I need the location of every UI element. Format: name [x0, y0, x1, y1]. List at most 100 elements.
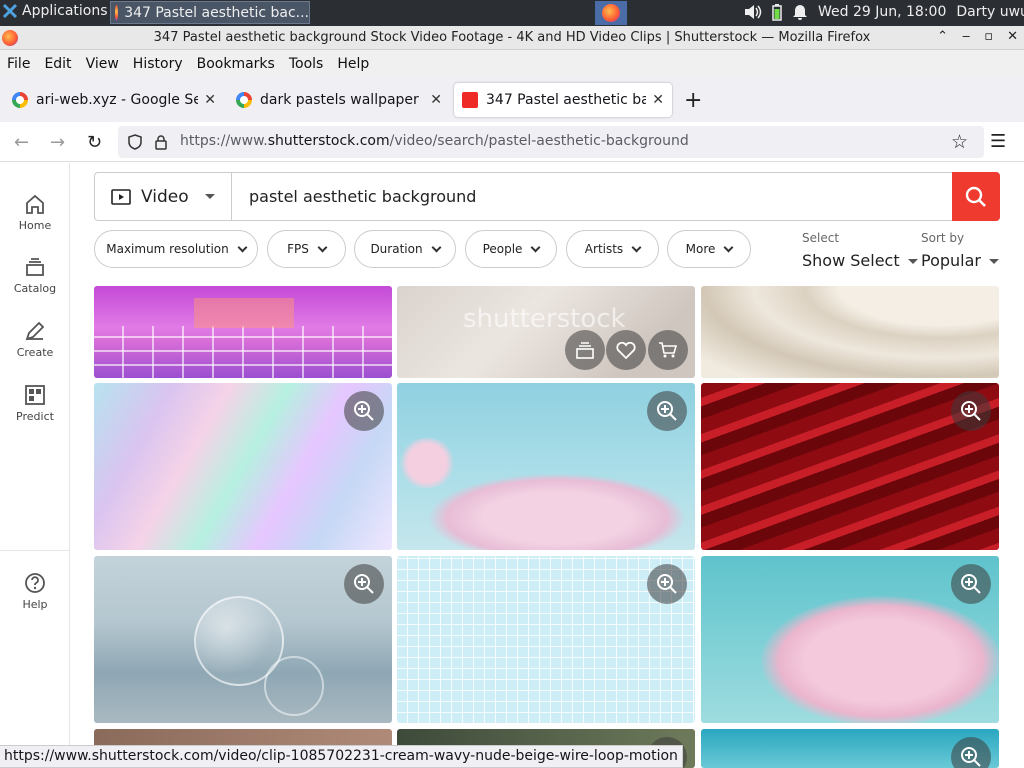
filter-people[interactable]: People [465, 230, 557, 268]
applications-menu[interactable]: Applications [2, 3, 108, 19]
zoom-button[interactable] [951, 391, 991, 431]
url-bar[interactable]: https://www.shutterstock.com/video/searc… [118, 126, 984, 158]
favorite-button[interactable] [606, 330, 646, 370]
sidebar-divider [0, 550, 70, 551]
filter-label: Duration [370, 242, 423, 256]
filter-artists[interactable]: Artists [566, 230, 659, 268]
chevron-down-icon [431, 242, 442, 252]
tab-shutterstock[interactable]: 347 Pastel aesthetic background ✕ [454, 83, 672, 117]
filter-label: More [685, 242, 716, 256]
zoom-in-icon [354, 574, 374, 594]
menu-view[interactable]: View [79, 56, 126, 72]
sidebar: Home Catalog Create Predict Help [0, 163, 70, 768]
video-thumbnail[interactable] [94, 556, 392, 723]
zoom-in-icon [961, 401, 981, 421]
video-thumbnail[interactable]: shutterstock [397, 286, 695, 378]
menu-edit[interactable]: Edit [37, 56, 78, 72]
video-thumbnail[interactable] [397, 556, 695, 723]
hamburger-menu-icon[interactable]: ☰ [990, 131, 1006, 152]
tab-close-icon[interactable]: ✕ [430, 92, 442, 108]
video-thumbnail[interactable] [701, 729, 999, 768]
applications-label: Applications [22, 3, 108, 19]
user-name[interactable]: Darty uwu [956, 4, 1024, 20]
sidebar-label: Help [22, 598, 48, 611]
new-tab-button[interactable]: + [684, 88, 702, 113]
url-text: https://www.shutterstock.com/video/searc… [180, 133, 689, 149]
search-input[interactable]: pastel aesthetic background [249, 187, 476, 206]
sidebar-item-help[interactable]: Help [0, 572, 70, 611]
menu-history[interactable]: History [126, 56, 190, 72]
back-arrow-icon[interactable]: ← [14, 132, 29, 153]
window-close-button[interactable]: ✕ [1007, 29, 1018, 44]
zoom-button[interactable] [951, 564, 991, 604]
window-titlebar: 347 Pastel aesthetic background Stock Vi… [0, 26, 1024, 50]
taskbar-window-title: 347 Pastel aesthetic bac... [124, 4, 309, 21]
main-content: Video pastel aesthetic background Maximu… [70, 163, 1024, 768]
shield-icon[interactable] [128, 134, 142, 150]
sidebar-item-home[interactable]: Home [0, 193, 70, 232]
catalog-icon [26, 258, 44, 276]
filter-fps[interactable]: FPS [267, 230, 346, 268]
heart-icon [616, 341, 636, 359]
sidebar-item-predict[interactable]: Predict [0, 384, 70, 423]
zoom-in-icon [961, 574, 981, 594]
zoom-button[interactable] [647, 391, 687, 431]
filter-maximum-resolution[interactable]: Maximum resolution [94, 230, 258, 268]
tab-close-icon[interactable]: ✕ [204, 92, 216, 108]
filter-more[interactable]: More [667, 230, 751, 268]
status-link-preview: https://www.shutterstock.com/video/clip-… [0, 745, 683, 768]
firefox-launcher[interactable] [595, 1, 627, 25]
tab-google-search[interactable]: ari-web.xyz - Google Search ✕ [4, 83, 224, 117]
dropdown-arrow-icon [989, 259, 999, 264]
menu-tools[interactable]: Tools [282, 56, 331, 72]
zoom-in-icon [657, 574, 677, 594]
search-button[interactable] [952, 172, 1000, 221]
dropdown-arrow-icon [205, 194, 215, 199]
forward-arrow-icon[interactable]: → [50, 132, 65, 153]
sidebar-item-catalog[interactable]: Catalog [0, 256, 70, 295]
tab-close-icon[interactable]: ✕ [652, 92, 664, 108]
add-to-cart-button[interactable] [648, 330, 688, 370]
sort-dropdown[interactable]: Popular [921, 251, 999, 270]
tab-label: 347 Pastel aesthetic background [486, 92, 647, 108]
help-icon [25, 573, 45, 593]
video-thumbnail[interactable] [701, 556, 999, 723]
media-type-dropdown[interactable]: Video [95, 173, 232, 220]
video-thumbnail[interactable] [701, 383, 999, 550]
chevron-down-icon [723, 242, 734, 252]
reload-icon[interactable]: ↻ [87, 132, 102, 153]
clock[interactable]: Wed 29 Jun, 18:00 [818, 4, 946, 20]
sort-value: Popular [921, 251, 981, 270]
collection-button[interactable] [565, 330, 605, 370]
zoom-button[interactable] [951, 737, 991, 768]
video-thumbnail[interactable] [701, 286, 999, 378]
notification-bell-icon[interactable] [792, 4, 808, 20]
sidebar-item-create[interactable]: Create [0, 320, 70, 359]
taskbar-window-button[interactable]: 347 Pastel aesthetic bac... [110, 1, 310, 24]
menu-file[interactable]: File [0, 56, 37, 72]
volume-icon[interactable] [744, 4, 762, 20]
window-minimize-button[interactable]: ‒ [962, 29, 970, 44]
menu-help[interactable]: Help [330, 56, 376, 72]
window-maximize-button[interactable]: ▫ [984, 29, 993, 44]
bookmark-star-icon[interactable]: ☆ [951, 131, 968, 153]
menu-bookmarks[interactable]: Bookmarks [190, 56, 282, 72]
select-dropdown[interactable]: Show Select [802, 251, 918, 270]
search-icon [965, 186, 986, 207]
tab-label: dark pastels wallpaper de [260, 92, 425, 108]
sidebar-label: Create [16, 346, 54, 359]
zoom-button[interactable] [344, 391, 384, 431]
zoom-button[interactable] [647, 564, 687, 604]
filter-duration[interactable]: Duration [354, 230, 456, 268]
tab-dark-pastels[interactable]: dark pastels wallpaper de ✕ [228, 83, 450, 117]
navigation-bar: ← → ↻ https://www.shutterstock.com/video… [0, 122, 1024, 162]
battery-icon[interactable] [772, 3, 782, 21]
zoom-in-icon [354, 401, 374, 421]
window-collapse-button[interactable]: ⌃ [937, 29, 948, 44]
video-thumbnail[interactable] [94, 286, 392, 378]
xfce-icon [2, 3, 18, 19]
video-thumbnail[interactable] [397, 383, 695, 550]
lock-icon[interactable] [154, 134, 168, 150]
video-thumbnail[interactable] [94, 383, 392, 550]
zoom-button[interactable] [344, 564, 384, 604]
